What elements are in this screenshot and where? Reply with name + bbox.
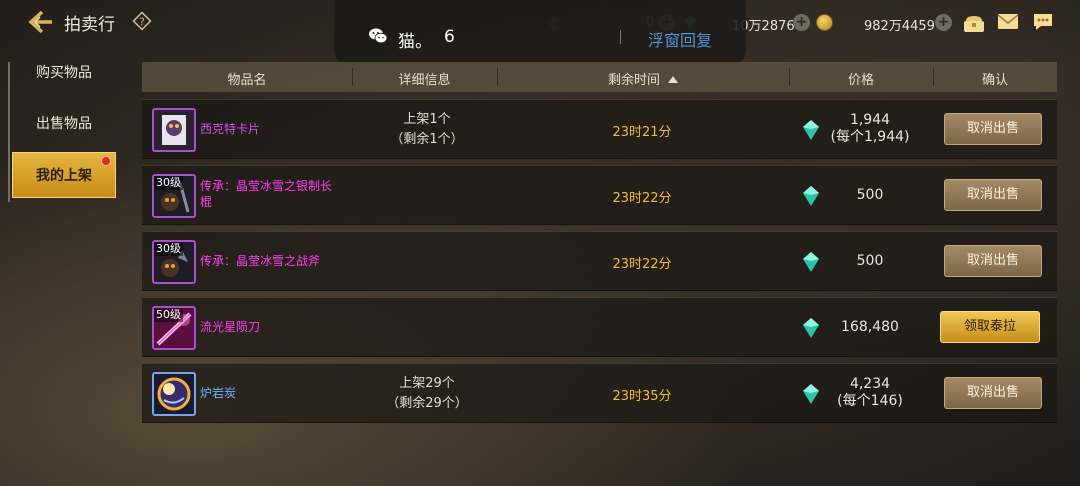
price: 1,944 (每个1,944)	[810, 112, 930, 146]
price-total: 4,234	[849, 376, 891, 392]
price: 168,480	[810, 319, 930, 336]
listing-details: 上架29个 （剩余29个）	[352, 374, 502, 414]
lava-stone-icon[interactable]	[152, 372, 196, 416]
mail-icon[interactable]	[997, 13, 1019, 30]
item-name: 传承：晶莹冰雪之银制长棍	[200, 179, 333, 209]
listing-details: 上架1个 （剩余1个）	[352, 110, 502, 150]
price-total: 500	[856, 253, 884, 269]
listed-quantity: 上架29个	[399, 376, 455, 391]
column-header-time-left[interactable]: 剩余时间	[497, 69, 789, 88]
table-row: 30级 传承：晶莹冰雪之银制长棍 23时22分 500 取消出售	[142, 165, 1057, 225]
remaining-quantity: （剩余29个）	[386, 396, 468, 411]
table-row: 50级 流光星陨刀 168,480 领取泰拉	[142, 297, 1057, 357]
item-level: 50级	[154, 308, 183, 322]
sidebar-divider	[8, 62, 10, 202]
column-header-time-left-label: 剩余时间	[607, 73, 660, 88]
price-total: 500	[856, 187, 884, 203]
price: 4,234 (每个146)	[810, 376, 930, 410]
cancel-sale-button[interactable]: 取消出售	[944, 377, 1042, 409]
time-remaining: 23时22分	[612, 257, 672, 272]
price: 500	[810, 187, 930, 204]
cancel-sale-button[interactable]: 取消出售	[944, 245, 1042, 277]
listed-quantity: 上架1个	[403, 112, 451, 127]
time-remaining: 23时35分	[612, 389, 672, 404]
table-row: 西克特卡片 上架1个 （剩余1个） 23时21分 1,944 (每个1,944)…	[142, 99, 1057, 159]
overlay-divider	[620, 30, 621, 44]
time-remaining: 23时21分	[612, 125, 672, 140]
gold-coin-icon	[816, 14, 833, 31]
price-total: 168,480	[841, 319, 899, 335]
time-remaining: 23时22分	[612, 191, 672, 206]
blade-icon[interactable]: 50级	[152, 306, 196, 350]
page-title: 拍卖行	[64, 15, 115, 35]
tab-buy-items[interactable]: 购买物品	[12, 50, 116, 96]
column-header-details: 详细信息	[398, 73, 451, 88]
price: 500	[810, 253, 930, 270]
tab-sell-items[interactable]: 出售物品	[12, 101, 116, 147]
tab-my-listings[interactable]: 我的上架	[12, 152, 116, 198]
price-per-unit: (每个146)	[837, 393, 903, 409]
card-icon[interactable]	[152, 108, 196, 152]
tab-my-listings-label: 我的上架	[36, 168, 92, 184]
svg-text:?: ?	[139, 16, 145, 29]
back-arrow-icon[interactable]	[26, 8, 54, 36]
message-sender-name: 猫。	[398, 32, 432, 52]
item-level: 30级	[154, 242, 183, 256]
item-name: 西克特卡片	[200, 122, 261, 136]
currency-gem-amount: 982万4459	[864, 19, 935, 34]
add-gold-button[interactable]: +	[793, 14, 810, 31]
cancel-sale-button[interactable]: 取消出售	[944, 179, 1042, 211]
floating-reply-link[interactable]: 浮窗回复	[648, 27, 712, 51]
bag-icon[interactable]	[962, 12, 986, 34]
column-header-confirm: 确认	[981, 73, 1008, 88]
axe-icon[interactable]: 30级	[152, 240, 196, 284]
price-total: 1,944	[849, 112, 891, 128]
top-bar: 拍卖行 ? ₵ 0 + 10万2876 + 982万4459 + 猫。 6 浮窗…	[0, 0, 1080, 64]
claim-tera-button[interactable]: 领取泰拉	[940, 311, 1040, 343]
cancel-sale-button[interactable]: 取消出售	[944, 113, 1042, 145]
column-header-item-name: 物品名	[227, 73, 267, 88]
chat-icon[interactable]	[1032, 12, 1054, 32]
table-row: 30级 传承：晶莹冰雪之战斧 23时22分 500 取消出售	[142, 231, 1057, 291]
item-name: 炉岩炭	[200, 386, 237, 400]
staff-icon[interactable]: 30级	[152, 174, 196, 218]
item-level: 30级	[154, 176, 183, 190]
column-header-price: 价格	[847, 73, 874, 88]
price-per-unit: (每个1,944)	[830, 129, 910, 145]
wechat-icon	[369, 28, 388, 44]
message-count: 6	[444, 27, 455, 47]
item-name: 流光星陨刀	[200, 320, 261, 334]
item-name: 传承：晶莹冰雪之战斧	[200, 254, 321, 268]
help-icon[interactable]: ?	[132, 11, 152, 31]
table-row: 炉岩炭 上架29个 （剩余29个） 23时35分 4,234 (每个146) 取…	[142, 363, 1057, 423]
notification-dot-icon	[101, 156, 111, 166]
table-header: 物品名 详细信息 剩余时间 价格 确认	[142, 62, 1057, 92]
sort-ascending-icon	[668, 76, 678, 83]
add-gem-button[interactable]: +	[935, 14, 952, 31]
remaining-quantity: （剩余1个）	[390, 132, 464, 147]
